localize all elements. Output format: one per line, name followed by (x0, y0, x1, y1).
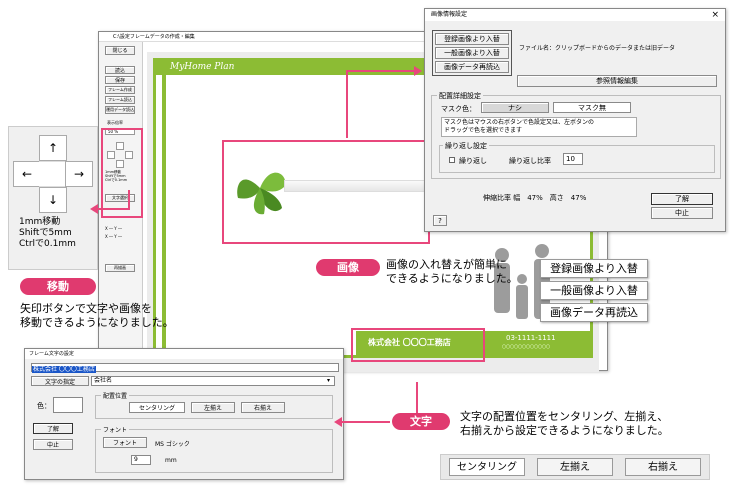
coord-x: X ― Y ― (105, 226, 122, 231)
move-tag: 移動 (20, 278, 96, 295)
repeat-ratio-input[interactable]: 10 (563, 153, 583, 165)
move-arrow-icon (90, 204, 98, 214)
preview-center-button[interactable]: センタリング (449, 458, 525, 476)
frame-create-button[interactable]: フレーム作成 (105, 86, 135, 94)
text-spec-chevron-down-icon[interactable]: ▾ (327, 377, 330, 384)
close-button[interactable]: 閉じる (105, 46, 135, 55)
font-group (95, 429, 333, 473)
redraw-button[interactable]: 再描画 (105, 264, 135, 272)
arrow-right-icon[interactable]: → (65, 161, 93, 187)
ratio-text: 伸縮比率 幅 47% 高さ 47% (483, 194, 587, 202)
preview-left-button[interactable]: 左揃え (537, 458, 613, 476)
move-highlight (101, 128, 143, 218)
move-connector (98, 208, 130, 210)
image-tag: 画像 (316, 259, 380, 276)
mask-black-button[interactable]: マスク無 (553, 102, 631, 113)
color-swatch[interactable] (53, 397, 83, 413)
text-arrow-icon (334, 417, 342, 427)
layout-group-label: 配置詳細設定 (437, 91, 483, 101)
left-align-button[interactable]: 左揃え (191, 402, 235, 413)
text-value-input[interactable]: 株式会社 〇〇〇工務店 (31, 363, 339, 373)
image-connector (346, 70, 348, 138)
text-cancel-button[interactable]: 中止 (33, 439, 73, 450)
filename-label: ファイル名：クリップボードからのデータまたは旧データ (519, 45, 676, 52)
zoom-label: 表示倍率 (107, 120, 123, 125)
text-tag: 文字 (392, 413, 450, 430)
phone-number: 03-1111-1111 (506, 334, 556, 342)
big-register-button[interactable]: 登録画像より入替 (540, 259, 648, 278)
font-button[interactable]: フォント (103, 437, 147, 448)
mask-none-button[interactable]: ナシ (481, 102, 549, 113)
image-description: 画像の入れ替えが簡単に できるようになりました。 (386, 258, 518, 285)
arrow-pad-box: ↑ ← → ↓ 1mm移動 Shiftで5mm Ctrlで0.1mm (8, 126, 98, 270)
repeat-group-label: 繰り返し設定 (443, 141, 489, 151)
font-size-unit: mm (165, 457, 177, 464)
image-dialog-title: 画像情報設定 (425, 9, 725, 21)
move-caption: 1mm移動 Shiftで5mm Ctrlで0.1mm (19, 217, 76, 249)
text-spec-select[interactable]: 会社名 (91, 376, 335, 386)
text-dialog-title: フレーム文字の設定 (25, 349, 343, 359)
repeat-ratio-label: 繰り返し比率 (509, 157, 551, 165)
image-dialog: 画像情報設定 × 登録画像より入替 一般画像より入替 画像データ再読込 ファイル… (424, 8, 726, 232)
text-connector-h (340, 421, 390, 423)
repeat-checkbox-label: 繰り返し (459, 157, 487, 165)
font-size-input[interactable]: 9 (131, 455, 151, 465)
font-name: MS ゴシック (155, 441, 190, 448)
big-reload-button[interactable]: 画像データ再読込 (540, 303, 648, 322)
position-preview: センタリング 左揃え 右揃え (440, 454, 710, 480)
preview-right-button[interactable]: 右揃え (625, 458, 701, 476)
arrow-left-icon[interactable]: ← (13, 161, 41, 187)
position-group-label: 配置位置 (101, 391, 130, 400)
help-button[interactable]: ? (433, 215, 447, 226)
leaf-image (230, 158, 290, 218)
center-button[interactable]: センタリング (129, 402, 185, 413)
text-dialog: フレーム文字の設定 株式会社 〇〇〇工務店 文字の指定 会社名 ▾ 色： 配置位… (24, 348, 344, 480)
text-ok-button[interactable]: 了解 (33, 423, 73, 434)
plan-title: MyHome Plan (170, 62, 235, 72)
mask-note: マスク色はマウスの右ボタンで色設定又は、左ボタンの ドラッグで色を選択できます (441, 117, 637, 137)
save-button[interactable]: 保存 (105, 76, 135, 84)
text-description: 文字の配置位置をセンタリング、左揃え、 右揃えから設定できるようになりました。 (460, 410, 669, 437)
text-spec-button[interactable]: 文字の指定 (31, 376, 89, 386)
color-label: 色： (37, 402, 51, 410)
font-group-label: フォント (101, 425, 130, 434)
frame-load-button[interactable]: フレーム読込 (105, 96, 135, 104)
image-preview (222, 140, 430, 244)
register-highlight (432, 30, 512, 76)
image-ok-button[interactable]: 了解 (651, 193, 713, 205)
move-description: 矢印ボタンで文字や画像を 移動できるようになりました。 (20, 302, 174, 329)
coord-y: X ― Y ― (105, 234, 122, 239)
company-highlight (351, 328, 485, 362)
image-connector-h (346, 70, 416, 72)
text-value: 株式会社 〇〇〇工務店 (32, 366, 96, 373)
sub-text: 〇〇〇〇〇〇〇〇〇〇〇〇 (502, 344, 550, 349)
arrow-down-icon[interactable]: ↓ (39, 187, 67, 213)
repeat-checkbox[interactable] (449, 157, 455, 163)
arrow-up-icon[interactable]: ↑ (39, 135, 67, 161)
preview-bar (284, 180, 428, 192)
mask-color-label: マスク色： (441, 105, 476, 113)
arrow-center (39, 161, 67, 187)
data-load-button[interactable]: 運用データ読込 (105, 106, 135, 114)
image-dialog-close-icon[interactable]: × (711, 10, 719, 20)
move-connector-v (128, 190, 130, 210)
image-cancel-button[interactable]: 中止 (651, 207, 713, 219)
ref-edit-button[interactable]: 参照情報編集 (517, 75, 717, 87)
image-connector-arrow-icon (414, 66, 422, 76)
load-button[interactable]: 読込 (105, 66, 135, 74)
big-general-button[interactable]: 一般画像より入替 (540, 281, 648, 300)
right-align-button[interactable]: 右揃え (241, 402, 285, 413)
